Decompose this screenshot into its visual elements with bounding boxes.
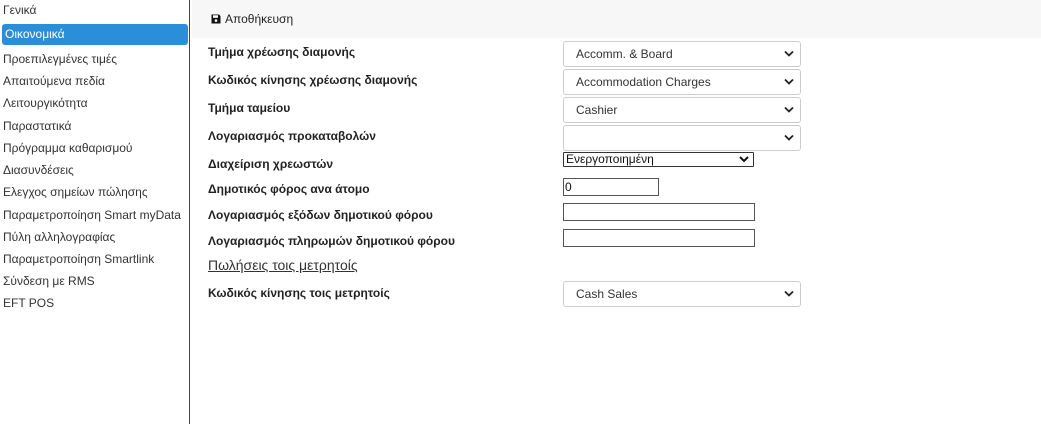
sidebar-item-integrations[interactable]: Διασυνδέσεις	[3, 160, 187, 180]
municipal-tax-expense-account-input[interactable]	[563, 203, 755, 221]
sidebar-item-functionality[interactable]: Λειτουργικότητα	[3, 93, 187, 113]
select-value: Ενεργοποιημένη	[566, 152, 654, 166]
floppy-disk-icon	[211, 14, 221, 24]
sidebar-item-financial[interactable]: Οικονομικά	[2, 24, 188, 45]
save-button-label: Αποθήκευση	[225, 12, 294, 26]
chevron-down-icon	[739, 156, 749, 163]
select-value: Accomm. & Board	[576, 47, 673, 61]
accommodation-department-select[interactable]: Accomm. & Board	[563, 41, 801, 67]
sidebar-item-required-fields[interactable]: Απαιτούμενα πεδία	[3, 71, 187, 91]
save-button[interactable]: Αποθήκευση	[211, 11, 293, 27]
field-label-municipal-tax-payment-account: Λογαριασμός πληρωμών δημοτικού φόρου	[208, 234, 455, 248]
sidebar: Γενικά Οικονομικά Προεπιλεγμένες τιμές Α…	[0, 0, 190, 424]
chevron-down-icon	[784, 78, 794, 85]
field-label-municipal-tax-per-person: Δημοτικός φόρος ανα άτομο	[208, 182, 370, 196]
chevron-down-icon	[784, 50, 794, 57]
field-label-municipal-tax-expense-account: Λογαριασμός εξόδων δημοτικού φόρου	[208, 208, 433, 222]
field-label-debtors-management: Διαχείριση χρεωστών	[208, 157, 334, 171]
field-label-advance-payments-account: Λογαριασμός προκαταβολών	[208, 129, 376, 143]
field-label-cash-transaction-code: Κωδικός κίνησης τοις μετρητοίς	[208, 286, 390, 300]
debtors-management-select[interactable]: Ενεργοποιημένη	[563, 152, 754, 167]
sidebar-item-general[interactable]: Γενικά	[3, 0, 187, 20]
sidebar-item-default-values[interactable]: Προεπιλεγμένες τιμές	[3, 49, 187, 69]
sidebar-item-smart-mydata[interactable]: Παραμετροποίηση Smart myData	[3, 205, 187, 225]
select-value: Cashier	[576, 103, 618, 117]
sidebar-item-smartlink[interactable]: Παραμετροποίηση Smartlink	[3, 249, 187, 269]
chevron-down-icon	[784, 134, 794, 141]
sidebar-item-eft-pos[interactable]: EFT POS	[3, 293, 187, 313]
toolbar: Αποθήκευση	[192, 0, 1041, 38]
chevron-down-icon	[784, 290, 794, 297]
chevron-down-icon	[784, 106, 794, 113]
field-label-accommodation-transaction-code: Κωδικός κίνησης χρέωσης διαμονής	[208, 73, 418, 87]
municipal-tax-payment-account-input[interactable]	[563, 229, 755, 247]
accommodation-transaction-code-select[interactable]: Accommodation Charges	[563, 69, 801, 95]
cash-sales-section-title[interactable]: Πωλήσεις τοις μετρητοίς	[208, 257, 358, 273]
field-label-accommodation-department: Τμήμα χρέωσης διαμονής	[208, 45, 356, 59]
sidebar-item-cleaning-schedule[interactable]: Πρόγραμμα καθαρισμού	[3, 138, 187, 158]
municipal-tax-per-person-input[interactable]: 0	[563, 178, 659, 196]
sidebar-item-mail-gateway[interactable]: Πύλη αλληλογραφίας	[3, 227, 187, 247]
sidebar-item-documents[interactable]: Παραστατικά	[3, 116, 187, 136]
advance-payments-account-select[interactable]	[563, 125, 801, 151]
select-value: Cash Sales	[576, 287, 638, 301]
field-label-cashier-department: Τμήμα ταμείου	[208, 101, 291, 115]
sidebar-item-rms[interactable]: Σύνδεση με RMS	[3, 271, 187, 291]
cashier-department-select[interactable]: Cashier	[563, 97, 801, 123]
cash-transaction-code-select[interactable]: Cash Sales	[563, 281, 801, 307]
sidebar-item-pos-control[interactable]: Ελεγχος σημείων πώλησης	[3, 182, 187, 202]
select-value: Accommodation Charges	[576, 75, 711, 89]
